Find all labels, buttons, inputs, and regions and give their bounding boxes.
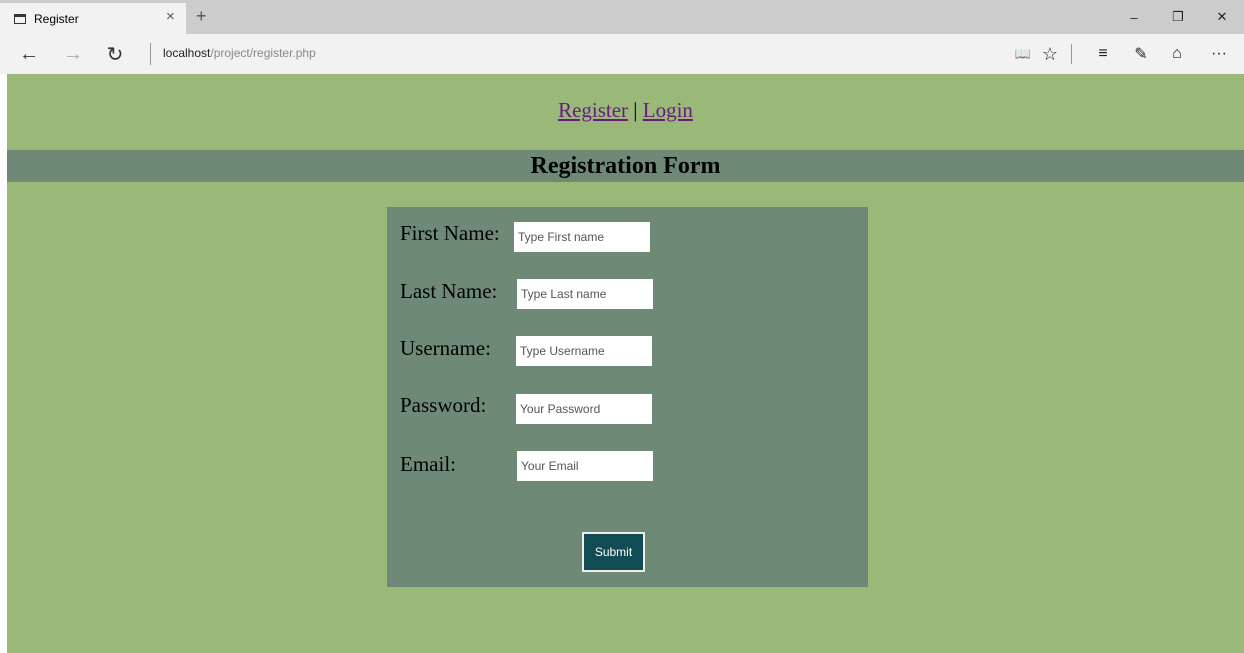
close-window-button[interactable]: ✕ xyxy=(1200,0,1244,34)
share-icon[interactable]: ⌂ xyxy=(1164,40,1190,68)
refresh-button[interactable]: ↻ xyxy=(100,40,130,68)
top-links: Register | Login xyxy=(7,98,1244,123)
browser-titlebar: Register × + – ❐ ✕ xyxy=(0,0,1244,34)
web-note-icon[interactable]: ✎ xyxy=(1128,40,1154,68)
page-title: Registration Form xyxy=(530,153,721,179)
register-link[interactable]: Register xyxy=(558,98,628,122)
close-tab-icon[interactable]: × xyxy=(166,8,175,25)
restore-button[interactable]: ❐ xyxy=(1156,0,1200,34)
reading-view-icon[interactable]: 📖 xyxy=(1010,40,1036,68)
more-icon[interactable]: ··· xyxy=(1206,40,1232,68)
browser-navbar: ← → ↻ localhost/project/register.php 📖 ☆… xyxy=(0,34,1244,74)
tab-title: Register xyxy=(34,11,79,26)
favorite-star-icon[interactable]: ☆ xyxy=(1037,40,1063,68)
email-label: Email: xyxy=(400,452,456,476)
last-name-input[interactable] xyxy=(517,279,653,309)
browser-tab[interactable]: Register × xyxy=(0,3,186,34)
address-host: localhost xyxy=(163,46,211,60)
page-tab-icon xyxy=(14,13,26,24)
window-controls: – ❐ ✕ xyxy=(1112,0,1244,34)
last-name-label: Last Name: xyxy=(400,279,498,303)
back-button[interactable]: ← xyxy=(14,40,44,68)
toolbar-divider xyxy=(1071,44,1072,64)
first-name-input[interactable] xyxy=(514,222,650,252)
minimize-button[interactable]: – xyxy=(1112,0,1156,34)
email-input[interactable] xyxy=(517,451,653,481)
password-label: Password: xyxy=(400,393,487,417)
address-divider xyxy=(150,43,151,65)
new-tab-button[interactable]: + xyxy=(196,6,207,27)
password-input[interactable] xyxy=(516,394,652,424)
registration-form: First Name: Last Name: Username: Passwor… xyxy=(387,207,868,587)
username-label: Username: xyxy=(400,336,491,360)
hub-icon[interactable]: ≡ xyxy=(1090,40,1116,68)
address-bar[interactable]: localhost/project/register.php xyxy=(163,46,316,60)
username-input[interactable] xyxy=(516,336,652,366)
first-name-label: First Name: xyxy=(400,221,500,245)
link-separator: | xyxy=(633,98,638,122)
page-body: Register | Login Registration Form First… xyxy=(7,74,1244,653)
login-link[interactable]: Login xyxy=(643,98,693,122)
submit-button[interactable]: Submit xyxy=(582,532,645,572)
address-path: /project/register.php xyxy=(210,46,316,60)
heading-bar: Registration Form xyxy=(7,150,1244,182)
forward-button[interactable]: → xyxy=(58,40,88,68)
